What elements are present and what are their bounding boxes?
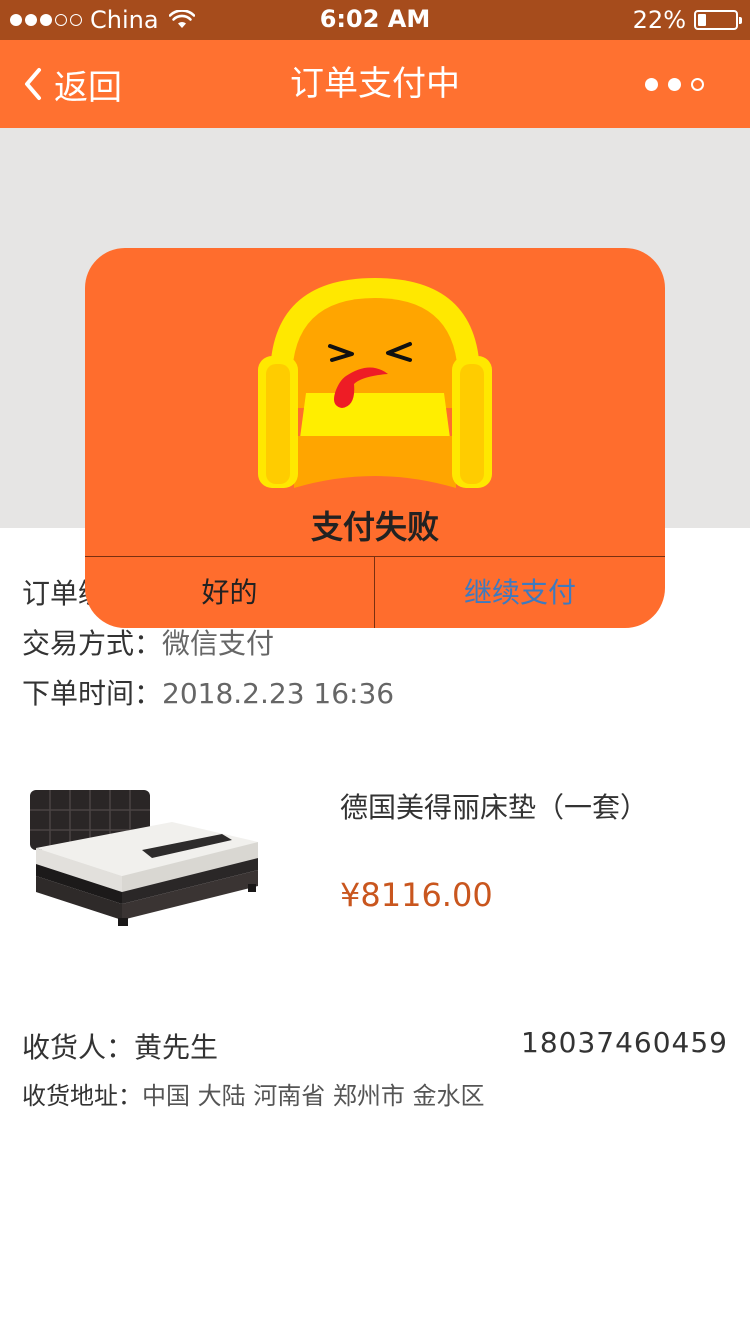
pay-method-row: 交易方式：微信支付	[22, 622, 274, 662]
order-time-row: 下单时间：2018.2.23 16:36	[22, 672, 394, 712]
battery-icon	[694, 10, 742, 30]
nav-bar: 返回 订单支付中	[0, 40, 750, 128]
payment-failed-dialog: 支付失败 好的 继续支付	[85, 248, 665, 628]
battery-percent: 22%	[632, 6, 686, 34]
pay-method-label: 交易方式：	[22, 627, 163, 660]
dialog-title: 支付失败	[310, 508, 439, 546]
continue-payment-button[interactable]: 继续支付	[375, 557, 665, 628]
battery-level	[698, 14, 706, 26]
address-value: 中国 大陆 河南省 郑州市 金水区	[142, 1082, 485, 1110]
product-name: 德国美得丽床垫（一套）	[340, 791, 649, 824]
order-time-value: 2018.2.23 16:36	[162, 677, 395, 710]
receiver-row: 收货人：黄先生	[22, 1026, 218, 1066]
receiver-phone: 18037460459	[521, 1026, 728, 1059]
chevron-left-icon	[25, 68, 41, 100]
receiver-label: 收货人：	[22, 1031, 135, 1064]
more-dots-icon[interactable]	[645, 40, 704, 128]
receiver-name: 黄先生	[134, 1031, 219, 1064]
back-button[interactable]: 返回	[22, 40, 122, 128]
bed-product-image	[22, 780, 262, 930]
order-time-label: 下单时间：	[22, 677, 163, 710]
status-bar: China 6:02 AM 22%	[0, 0, 750, 40]
ok-button[interactable]: 好的	[85, 557, 374, 628]
address-label: 收货地址：	[22, 1082, 142, 1110]
back-label: 返回	[54, 67, 122, 108]
pay-method-value: 微信支付	[162, 627, 275, 660]
address-row: 收货地址：中国 大陆 河南省 郑州市 金水区	[22, 1076, 485, 1111]
product-card[interactable]: 德国美得丽床垫（一套） ¥8116.00	[0, 750, 750, 950]
status-right: 22%	[632, 6, 742, 34]
product-price: ¥8116.00	[340, 876, 493, 914]
sad-sofa-illustration	[258, 278, 492, 488]
